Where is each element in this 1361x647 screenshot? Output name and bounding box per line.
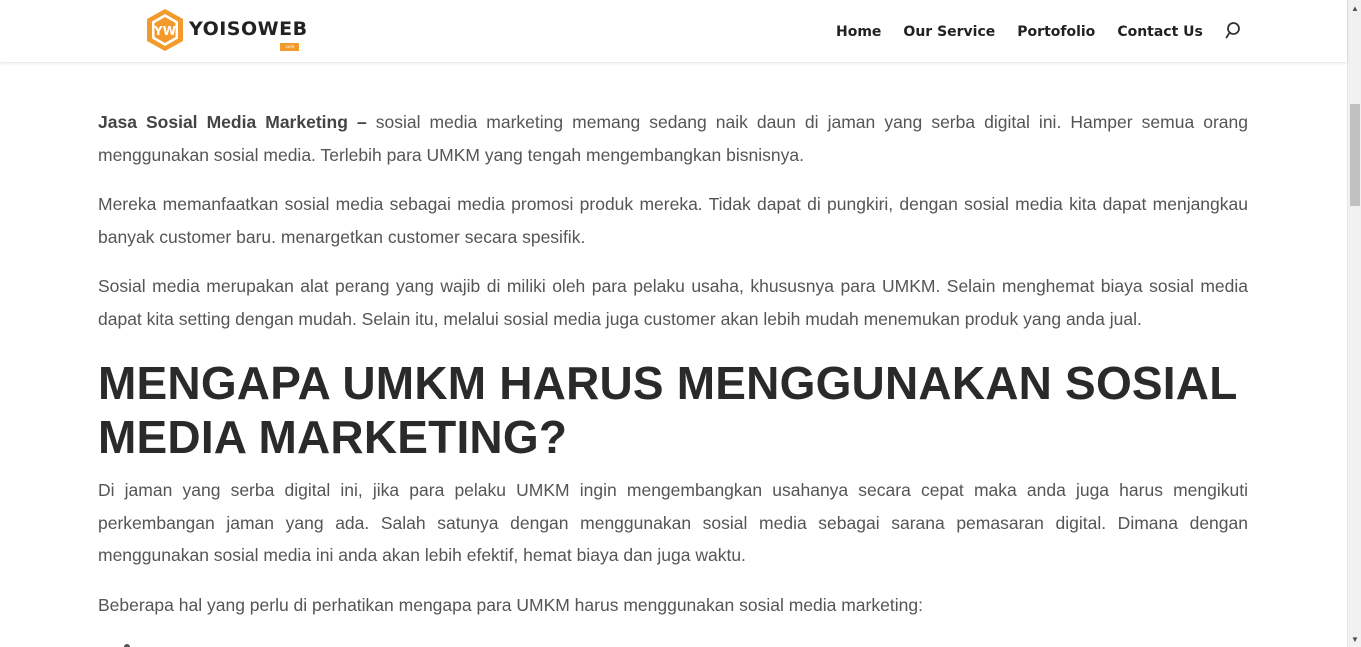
nav-item-portofolio[interactable]: Portofolio [1017, 23, 1095, 41]
nav-item-our-service[interactable]: Our Service [903, 23, 995, 41]
intro-keyword: Jasa Sosial Media Marketing – [98, 112, 367, 132]
chevron-down-icon[interactable]: ▼ [1348, 631, 1361, 647]
search-icon[interactable] [1225, 21, 1245, 41]
paragraph-2: Mereka memanfaatkan sosial media sebagai… [98, 194, 1248, 247]
list-bullet-icon [120, 640, 134, 647]
nav-item-home[interactable]: Home [836, 23, 881, 41]
site-header: YW YOISOWEB .com Home Our Service Portof… [0, 0, 1347, 62]
nav-item-contact-us[interactable]: Contact Us [1117, 23, 1203, 41]
paragraph-4: Di jaman yang serba digital ini, jika pa… [98, 480, 1248, 565]
chevron-up-icon[interactable]: ▲ [1348, 0, 1361, 16]
page-scrollbar[interactable]: ▲ ▼ [1347, 0, 1361, 647]
brand-domain-badge: .com [280, 43, 299, 51]
main-nav: Home Our Service Portofolio Contact Us [836, 22, 1245, 42]
paragraph-5: Beberapa hal yang perlu di perhatikan me… [98, 594, 923, 615]
section-heading: MENGAPA UMKM HARUS MENGGUNAKAN SOSIAL ME… [98, 357, 1237, 463]
scrollbar-thumb[interactable] [1350, 104, 1360, 206]
paragraph-3: Sosial media merupakan alat perang yang … [98, 276, 1248, 329]
article-body: Jasa Sosial Media Marketing – sosial med… [98, 106, 1248, 638]
site-logo[interactable]: YW YOISOWEB .com [146, 8, 308, 52]
svg-text:YW: YW [153, 24, 176, 38]
logo-hexagon-icon: YW [146, 8, 184, 52]
intro-paragraph: Jasa Sosial Media Marketing – sosial med… [98, 106, 1248, 171]
brand-name: YOISOWEB [189, 18, 308, 40]
